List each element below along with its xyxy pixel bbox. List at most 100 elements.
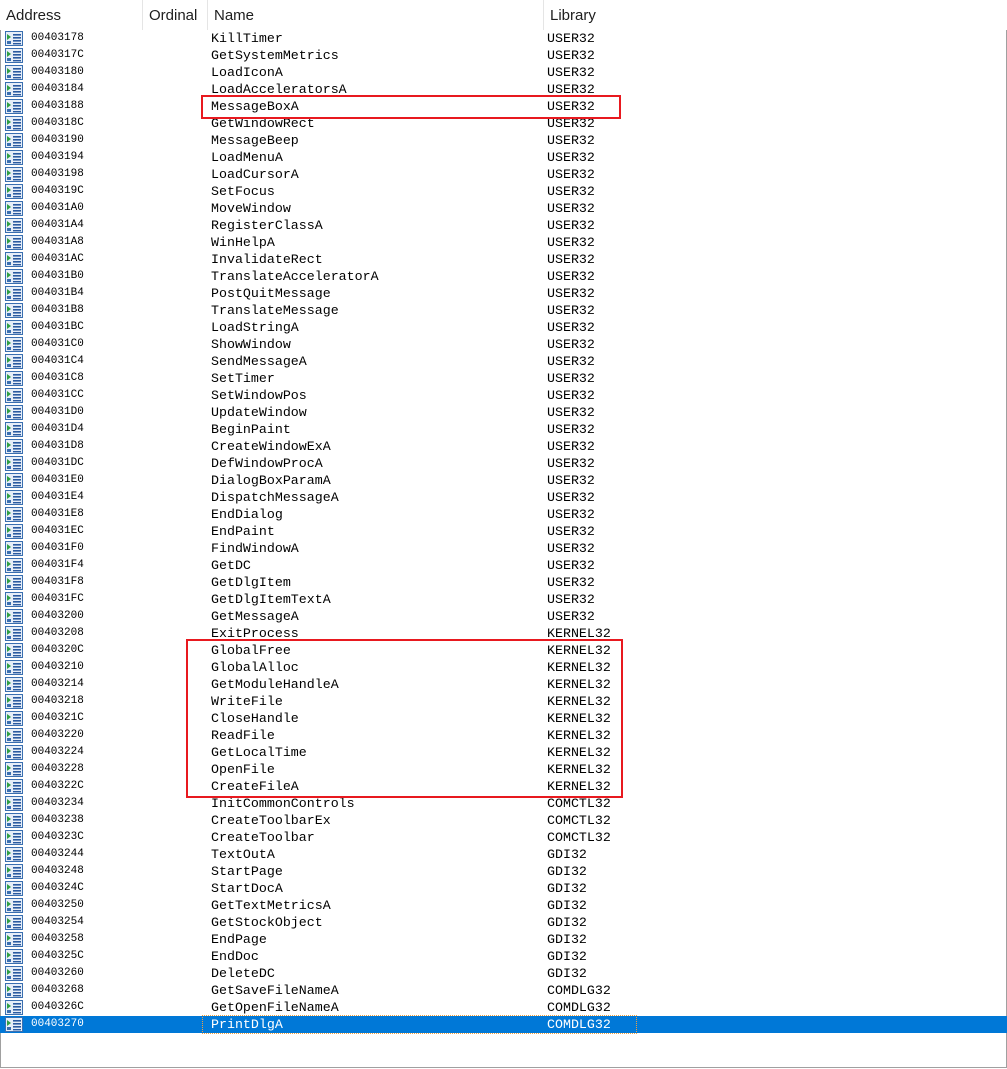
table-row[interactable]: 004031DC DefWindowProcA USER32 (0, 455, 1007, 472)
library-cell: USER32 (547, 592, 595, 607)
table-row[interactable]: 004031D8 CreateWindowExA USER32 (0, 438, 1007, 455)
library-cell: KERNEL32 (547, 660, 611, 675)
table-row[interactable]: 00403268 GetSaveFileNameA COMDLG32 (0, 982, 1007, 999)
table-row[interactable]: 004031D0 UpdateWindow USER32 (0, 404, 1007, 421)
table-row[interactable]: 0040318C GetWindowRect USER32 (0, 115, 1007, 132)
table-row[interactable]: 004031B0 TranslateAcceleratorA USER32 (0, 268, 1007, 285)
name-cell: GetSystemMetrics (211, 48, 339, 63)
name-cell: OpenFile (211, 762, 275, 777)
table-row[interactable]: 00403254 GetStockObject GDI32 (0, 914, 1007, 931)
name-cell: TranslateAcceleratorA (211, 269, 379, 284)
table-row[interactable]: 00403270 PrintDlgA COMDLG32 (0, 1015, 1007, 1034)
import-function-icon (5, 31, 23, 46)
table-row[interactable]: 004031A8 WinHelpA USER32 (0, 234, 1007, 251)
table-row[interactable]: 0040325C EndDoc GDI32 (0, 948, 1007, 965)
table-row[interactable]: 00403194 LoadMenuA USER32 (0, 149, 1007, 166)
table-row[interactable]: 00403208 ExitProcess KERNEL32 (0, 625, 1007, 642)
table-row[interactable]: 004031BC LoadStringA USER32 (0, 319, 1007, 336)
table-row[interactable]: 004031A4 RegisterClassA USER32 (0, 217, 1007, 234)
table-row[interactable]: 004031F0 FindWindowA USER32 (0, 540, 1007, 557)
table-row[interactable]: 00403248 StartPage GDI32 (0, 863, 1007, 880)
column-header-address[interactable]: Address (0, 0, 143, 30)
name-cell: SetTimer (211, 371, 275, 386)
table-row[interactable]: 0040324C StartDocA GDI32 (0, 880, 1007, 897)
table-row[interactable]: 00403180 LoadIconA USER32 (0, 64, 1007, 81)
table-row[interactable]: 00403258 EndPage GDI32 (0, 931, 1007, 948)
table-row[interactable]: 00403198 LoadCursorA USER32 (0, 166, 1007, 183)
table-row[interactable]: 004031E4 DispatchMessageA USER32 (0, 489, 1007, 506)
table-row[interactable]: 004031E0 DialogBoxParamA USER32 (0, 472, 1007, 489)
table-row[interactable]: 004031E8 EndDialog USER32 (0, 506, 1007, 523)
table-row[interactable]: 004031D4 BeginPaint USER32 (0, 421, 1007, 438)
library-cell: COMDLG32 (547, 1000, 611, 1015)
table-row[interactable]: 004031C0 ShowWindow USER32 (0, 336, 1007, 353)
table-row[interactable]: 00403190 MessageBeep USER32 (0, 132, 1007, 149)
table-row[interactable]: 0040323C CreateToolbar COMCTL32 (0, 829, 1007, 846)
import-function-icon (5, 830, 23, 845)
table-row[interactable]: 00403214 GetModuleHandleA KERNEL32 (0, 676, 1007, 693)
library-cell: GDI32 (547, 949, 587, 964)
address-cell: 00403180 (31, 66, 84, 78)
library-cell: USER32 (547, 337, 595, 352)
library-cell: USER32 (547, 252, 595, 267)
library-cell: USER32 (547, 320, 595, 335)
import-function-icon (5, 48, 23, 63)
table-row[interactable]: 004031B8 TranslateMessage USER32 (0, 302, 1007, 319)
table-row[interactable]: 004031C4 SendMessageA USER32 (0, 353, 1007, 370)
import-function-icon (5, 677, 23, 692)
name-cell: MessageBeep (211, 133, 299, 148)
library-cell: COMCTL32 (547, 830, 611, 845)
name-cell: InitCommonControls (211, 796, 355, 811)
column-header-name[interactable]: Name (208, 0, 544, 30)
table-row[interactable]: 00403224 GetLocalTime KERNEL32 (0, 744, 1007, 761)
table-row[interactable]: 00403200 GetMessageA USER32 (0, 608, 1007, 625)
table-row[interactable]: 00403218 WriteFile KERNEL32 (0, 693, 1007, 710)
table-row[interactable]: 00403228 OpenFile KERNEL32 (0, 761, 1007, 778)
table-row[interactable]: 00403238 CreateToolbarEx COMCTL32 (0, 812, 1007, 829)
table-row[interactable]: 00403188 MessageBoxA USER32 (0, 98, 1007, 115)
table-row[interactable]: 004031FC GetDlgItemTextA USER32 (0, 591, 1007, 608)
table-row[interactable]: 004031EC EndPaint USER32 (0, 523, 1007, 540)
table-row[interactable]: 00403220 ReadFile KERNEL32 (0, 727, 1007, 744)
table-row[interactable]: 00403184 LoadAcceleratorsA USER32 (0, 81, 1007, 98)
name-cell: GetDlgItemTextA (211, 592, 331, 607)
table-row[interactable]: 00403210 GlobalAlloc KERNEL32 (0, 659, 1007, 676)
table-row[interactable]: 00403178 KillTimer USER32 (0, 30, 1007, 47)
address-cell: 004031AC (31, 253, 84, 265)
table-row[interactable]: 004031A0 MoveWindow USER32 (0, 200, 1007, 217)
table-row[interactable]: 0040321C CloseHandle KERNEL32 (0, 710, 1007, 727)
address-cell: 00403200 (31, 610, 84, 622)
table-row[interactable]: 0040317C GetSystemMetrics USER32 (0, 47, 1007, 64)
import-function-icon (5, 728, 23, 743)
table-row[interactable]: 004031B4 PostQuitMessage USER32 (0, 285, 1007, 302)
table-row[interactable]: 004031F8 GetDlgItem USER32 (0, 574, 1007, 591)
table-row[interactable]: 004031AC InvalidateRect USER32 (0, 251, 1007, 268)
column-header-ordinal[interactable]: Ordinal (143, 0, 208, 30)
address-cell: 004031FC (31, 593, 84, 605)
import-function-icon (5, 354, 23, 369)
table-row[interactable]: 0040320C GlobalFree KERNEL32 (0, 642, 1007, 659)
table-row[interactable]: 0040319C SetFocus USER32 (0, 183, 1007, 200)
table-row[interactable]: 0040322C CreateFileA KERNEL32 (0, 778, 1007, 795)
library-cell: USER32 (547, 184, 595, 199)
table-row[interactable]: 0040326C GetOpenFileNameA COMDLG32 (0, 999, 1007, 1016)
address-cell: 0040319C (31, 185, 84, 197)
name-cell: GlobalFree (211, 643, 291, 658)
address-cell: 00403234 (31, 797, 84, 809)
address-cell: 00403228 (31, 763, 84, 775)
table-row[interactable]: 00403250 GetTextMetricsA GDI32 (0, 897, 1007, 914)
address-cell: 0040322C (31, 780, 84, 792)
table-row[interactable]: 00403260 DeleteDC GDI32 (0, 965, 1007, 982)
table-row[interactable]: 004031F4 GetDC USER32 (0, 557, 1007, 574)
name-cell: DispatchMessageA (211, 490, 339, 505)
table-row[interactable]: 004031C8 SetTimer USER32 (0, 370, 1007, 387)
library-cell: USER32 (547, 507, 595, 522)
name-cell: StartPage (211, 864, 283, 879)
name-cell: LoadAcceleratorsA (211, 82, 347, 97)
address-cell: 00403268 (31, 984, 84, 996)
table-row[interactable]: 00403244 TextOutA GDI32 (0, 846, 1007, 863)
table-row[interactable]: 00403234 InitCommonControls COMCTL32 (0, 795, 1007, 812)
table-row[interactable]: 004031CC SetWindowPos USER32 (0, 387, 1007, 404)
column-header-library[interactable]: Library (544, 0, 1007, 30)
library-cell: USER32 (547, 388, 595, 403)
